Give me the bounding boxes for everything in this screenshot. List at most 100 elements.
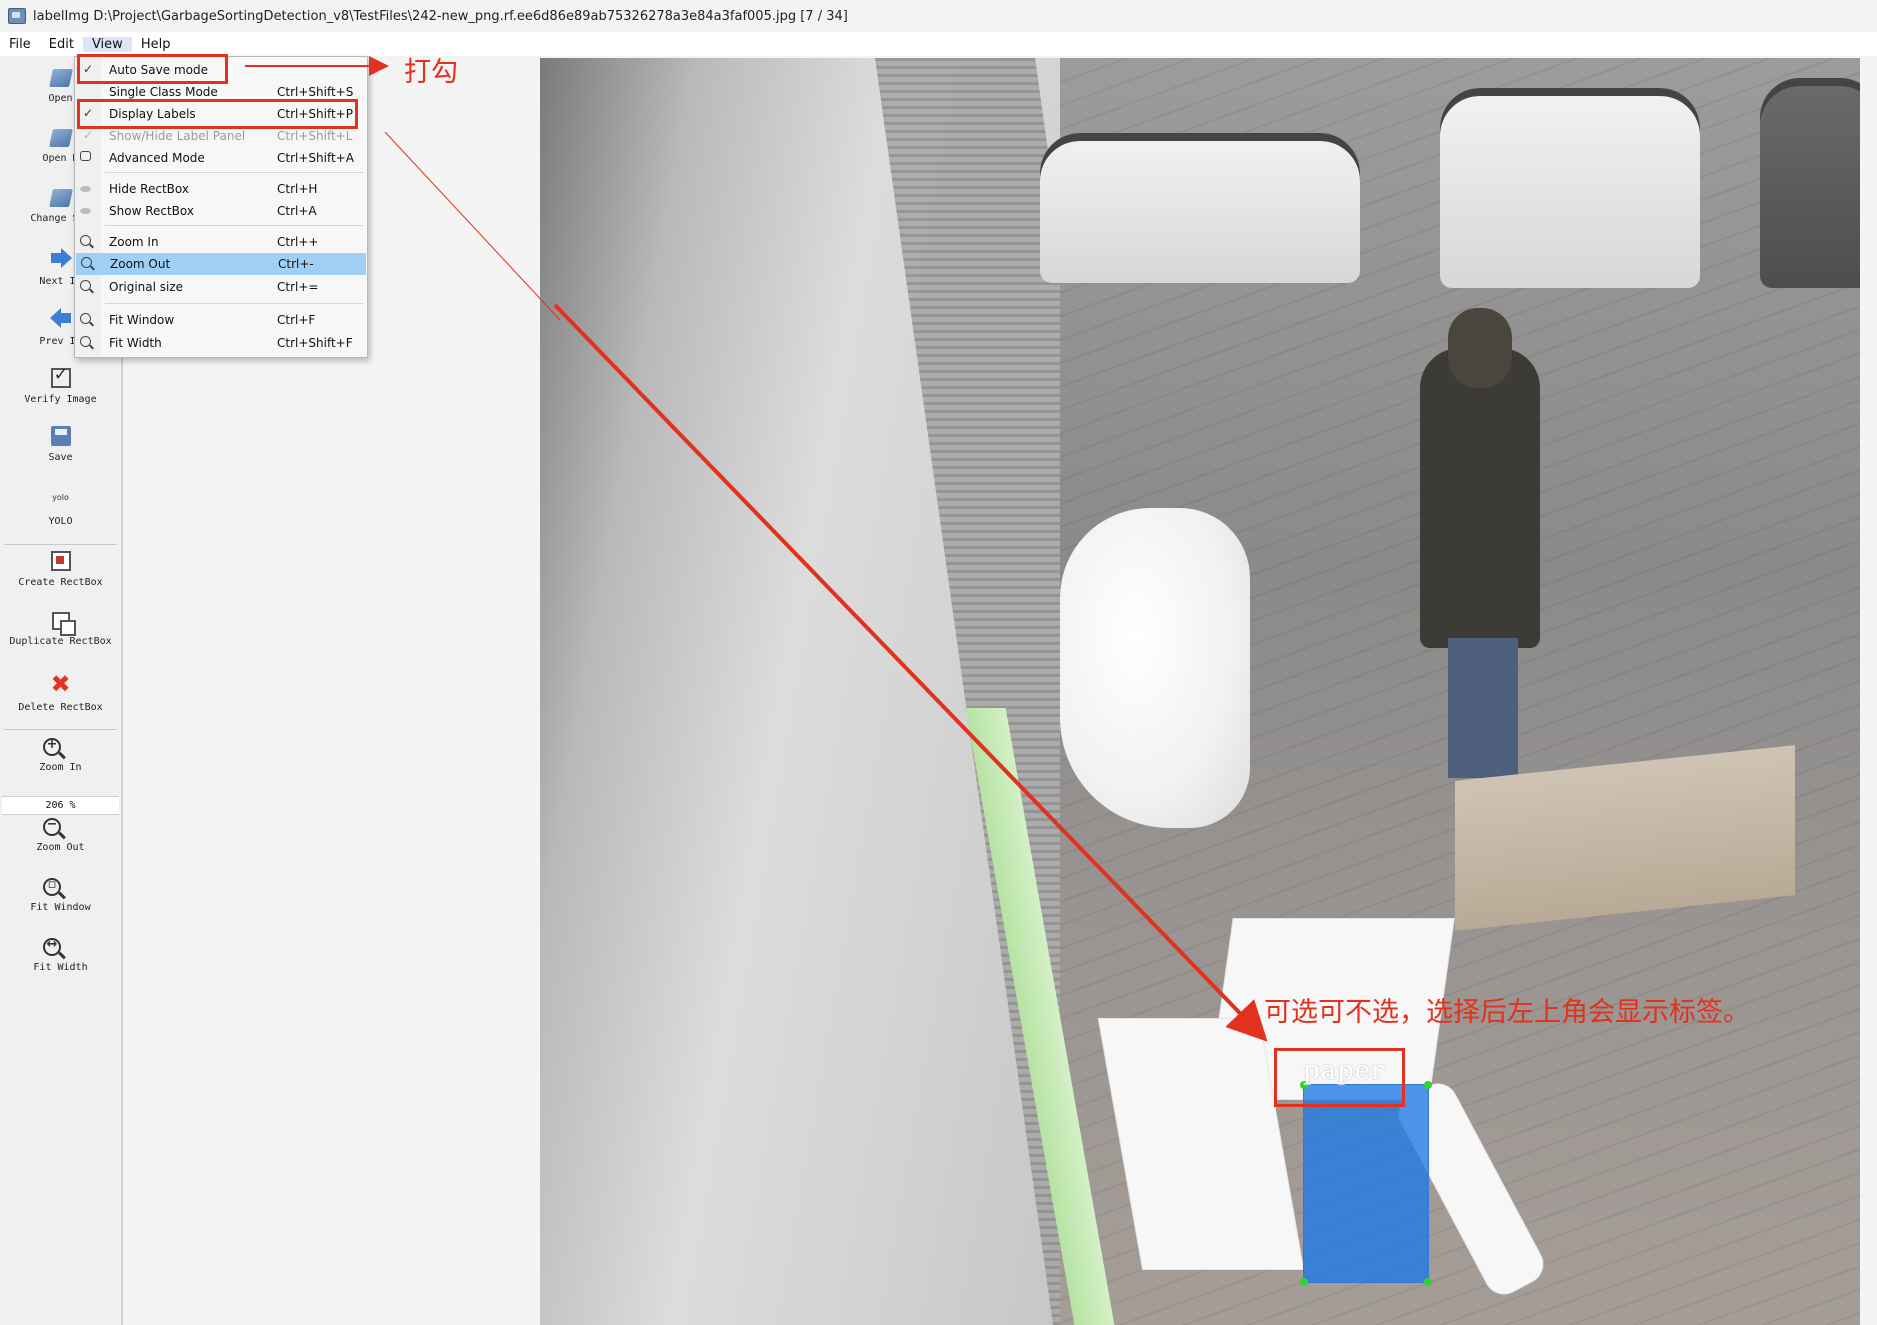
menu-item-hide-rectbox[interactable]: Hide RectBox Ctrl+H	[75, 178, 367, 200]
save-label: Save	[48, 452, 73, 463]
delete-icon: ✖	[50, 670, 71, 698]
arrow-right-icon	[49, 246, 73, 270]
save-icon	[50, 426, 71, 446]
zoom-out-label: Zoom Out	[36, 842, 85, 853]
annotation-highlight-bbox-label	[1274, 1048, 1405, 1107]
parked-car	[1440, 88, 1700, 288]
verify-image-label: Verify Image	[24, 394, 97, 405]
folder-icon	[48, 129, 73, 147]
duplicate-rectbox-button[interactable]: Duplicate RectBox	[0, 612, 121, 647]
fit-window-label: Fit Window	[30, 902, 91, 913]
menu-item-label: Advanced Mode	[109, 151, 205, 165]
menu-help[interactable]: Help	[132, 37, 180, 52]
menu-item-shortcut: Ctrl+F	[277, 313, 316, 327]
annotation-highlight-auto-save	[77, 54, 228, 84]
annotation-text-optional: 可选可不选，选择后左上角会显示标签。	[1264, 997, 1750, 1028]
check-icon	[50, 364, 71, 388]
parked-car	[1040, 133, 1360, 283]
fit-window-icon	[80, 313, 91, 324]
arrow-left-icon	[49, 306, 73, 330]
menu-item-shortcut: Ctrl++	[277, 235, 319, 249]
fit-window-button[interactable]: ▫ Fit Window	[0, 877, 121, 913]
menu-item-shortcut: Ctrl+A	[277, 204, 317, 218]
annotation-highlight-display-labels	[77, 99, 358, 129]
folder-icon	[48, 189, 73, 207]
zoom-level-spinbox[interactable]: 206 %	[2, 796, 119, 815]
delete-rectbox-button[interactable]: ✖ Delete RectBox	[0, 672, 121, 713]
fit-width-icon: ↔	[43, 937, 61, 956]
parked-car	[1760, 78, 1860, 288]
menu-item-shortcut: Ctrl+Shift+A	[277, 151, 354, 165]
advanced-mode-icon	[80, 151, 91, 161]
menu-separator	[105, 303, 363, 304]
yolo-format-button[interactable]: yolo YOLO	[0, 486, 121, 527]
menu-item-shortcut: Ctrl+H	[277, 182, 318, 196]
zoom-in-icon: +	[43, 737, 61, 756]
yolo-icon: yolo	[52, 493, 69, 502]
zoom-in-button[interactable]: + Zoom In	[0, 737, 121, 773]
zoom-out-icon	[81, 257, 92, 268]
menu-item-zoom-in[interactable]: Zoom In Ctrl++	[75, 231, 367, 253]
menu-item-label: Zoom Out	[110, 257, 171, 271]
menu-item-label: Hide RectBox	[109, 182, 189, 196]
menu-item-label: Show/Hide Label Panel	[109, 129, 246, 143]
duplicate-icon	[51, 612, 76, 636]
create-rectbox-button[interactable]: Create RectBox	[0, 551, 121, 588]
eye-icon	[80, 208, 91, 214]
menu-edit[interactable]: Edit	[40, 37, 83, 52]
title-bar: labelImg D:\Project\GarbageSortingDetect…	[0, 0, 1877, 33]
pedestrian	[1410, 308, 1550, 788]
menu-item-shortcut: Ctrl+=	[277, 280, 319, 294]
zoom-out-icon: −	[43, 817, 61, 836]
menu-item-shortcut: Ctrl+-	[278, 257, 314, 271]
menu-file[interactable]: File	[0, 37, 40, 52]
menu-separator	[105, 225, 363, 226]
menu-item-fit-window[interactable]: Fit Window Ctrl+F	[75, 309, 367, 331]
menu-item-label: Zoom In	[109, 235, 159, 249]
duplicate-rectbox-label: Duplicate RectBox	[9, 636, 112, 647]
menu-item-shortcut: Ctrl+Shift+S	[277, 85, 354, 99]
save-button[interactable]: Save	[0, 426, 121, 463]
zoom-in-icon	[80, 235, 91, 246]
menu-item-shortcut: Ctrl+Shift+F	[277, 336, 353, 350]
annotated-photo[interactable]	[540, 58, 1860, 1325]
menu-item-label: Original size	[109, 280, 184, 294]
menu-item-original-size[interactable]: Original size Ctrl+=	[75, 276, 367, 298]
window-title: labelImg D:\Project\GarbageSortingDetect…	[33, 8, 848, 24]
menu-item-label: Fit Window	[109, 313, 175, 327]
fit-window-icon: ▫	[43, 877, 61, 896]
zoom-icon	[80, 280, 91, 291]
menu-item-advanced-mode[interactable]: Advanced Mode Ctrl+Shift+A	[75, 147, 367, 169]
fit-width-label: Fit Width	[33, 962, 88, 973]
yolo-label: YOLO	[48, 516, 73, 527]
zoom-out-button[interactable]: − Zoom Out	[0, 817, 121, 853]
menu-item-label: Fit Width	[109, 336, 162, 350]
plastic-bag	[1060, 508, 1250, 828]
bbox-handle[interactable]	[1300, 1278, 1308, 1286]
menu-item-label: Single Class Mode	[109, 85, 218, 99]
toolbar-divider	[4, 729, 117, 730]
menu-bar: File Edit View Help	[0, 32, 1877, 56]
labelimg-app-icon	[8, 8, 26, 24]
eye-icon	[80, 186, 91, 192]
delete-rectbox-label: Delete RectBox	[18, 702, 103, 713]
bbox-handle[interactable]	[1424, 1278, 1432, 1286]
create-rectbox-label: Create RectBox	[18, 577, 103, 588]
rectbox-icon	[50, 551, 71, 571]
menu-item-show-rectbox[interactable]: Show RectBox Ctrl+A	[75, 200, 367, 222]
zoom-in-label: Zoom In	[39, 762, 82, 773]
folder-icon	[48, 69, 73, 87]
menu-item-zoom-out[interactable]: Zoom Out Ctrl+-	[76, 253, 366, 275]
menu-item-fit-width[interactable]: Fit Width Ctrl+Shift+F	[75, 332, 367, 354]
menu-separator	[105, 172, 363, 173]
fit-width-icon	[80, 336, 91, 347]
fit-width-button[interactable]: ↔ Fit Width	[0, 937, 121, 973]
toolbar-divider	[4, 544, 117, 545]
bounding-box[interactable]	[1300, 1081, 1432, 1286]
menu-item-shortcut: Ctrl+Shift+L	[277, 129, 353, 143]
bbox-handle[interactable]	[1424, 1081, 1432, 1089]
menu-item-label: Show RectBox	[109, 204, 194, 218]
annotation-text-check: 打勾	[404, 57, 458, 88]
verify-image-button[interactable]: Verify Image	[0, 364, 121, 405]
menu-view[interactable]: View	[82, 36, 132, 52]
